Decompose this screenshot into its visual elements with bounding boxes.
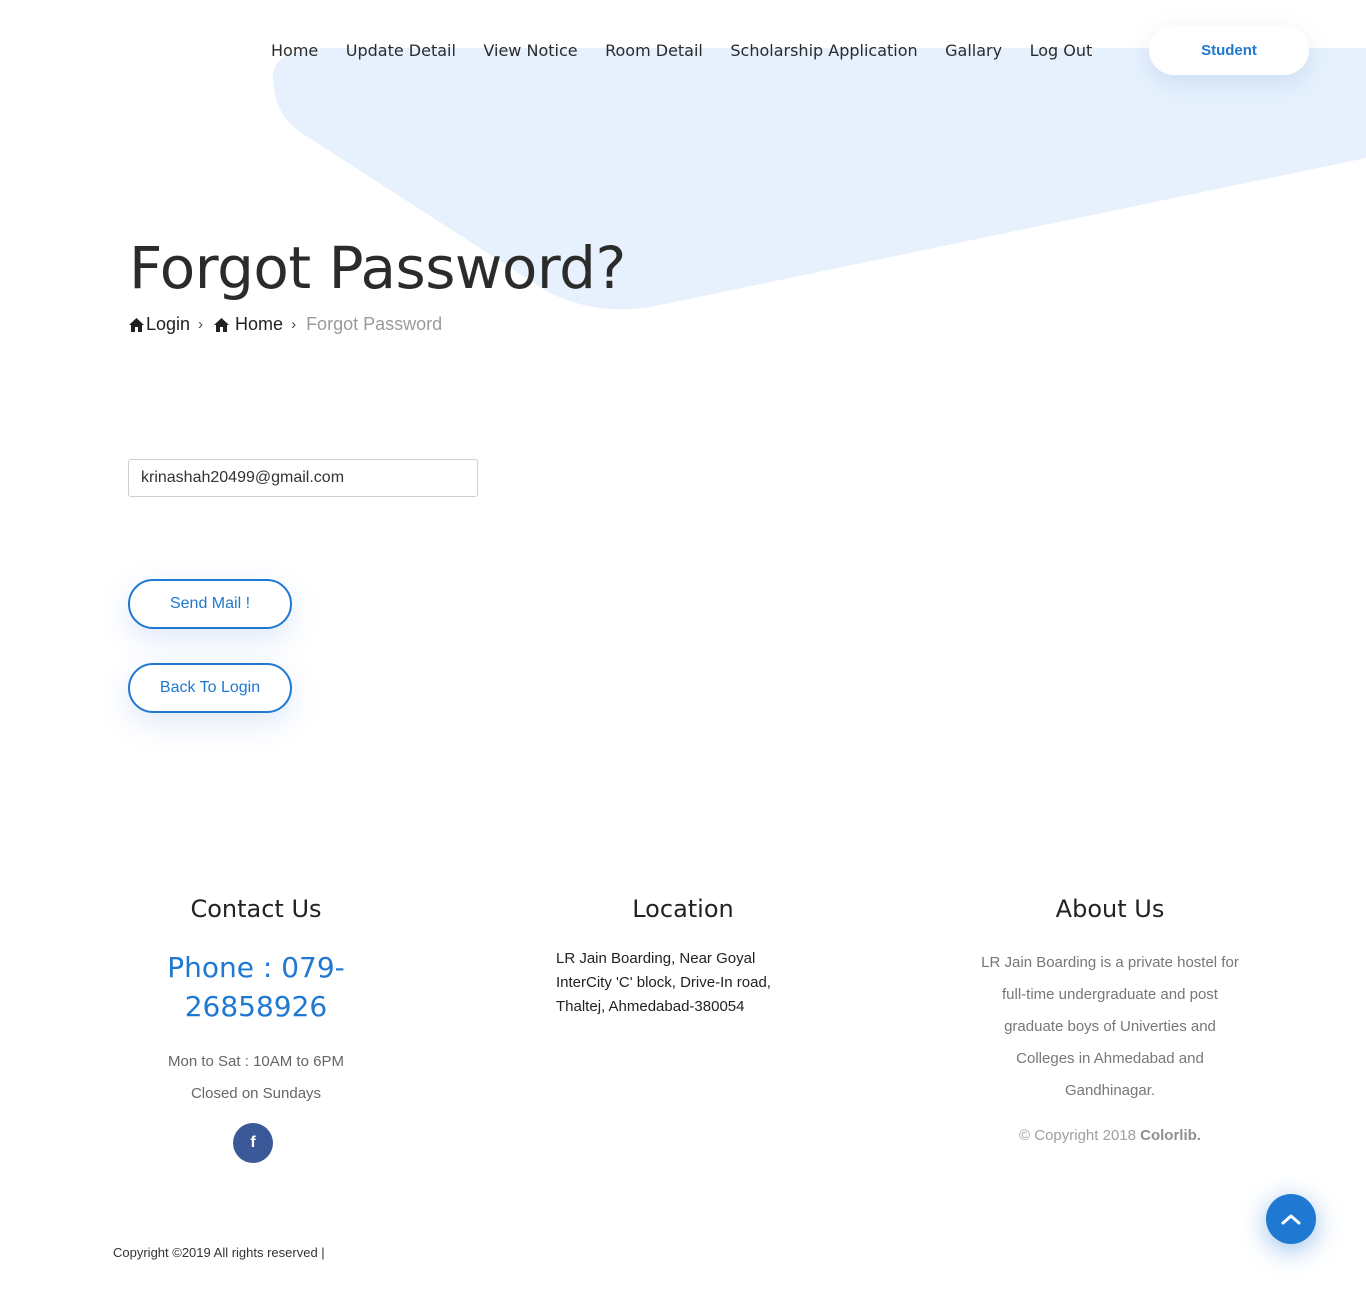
nav-room-detail[interactable]: Room Detail bbox=[605, 41, 703, 60]
page-title: Forgot Password? bbox=[129, 234, 626, 302]
about-text: LR Jain Boarding is a private hostel for… bbox=[981, 954, 1239, 1099]
nav-scholarship-application[interactable]: Scholarship Application bbox=[730, 41, 917, 60]
contact-section: Contact Us Phone : 079- 26858926 Mon to … bbox=[126, 895, 386, 1110]
contact-heading: Contact Us bbox=[190, 895, 322, 923]
closed-text: Closed on Sundays bbox=[190, 1085, 322, 1102]
office-hours: Mon to Sat : 10AM to 6PM Closed on Sunda… bbox=[126, 1046, 386, 1110]
location-section: Location LR Jain Boarding, Near Goyal In… bbox=[553, 895, 813, 1019]
colorlib-copyright: © Copyright 2018 Colorlib. bbox=[980, 1127, 1240, 1144]
send-mail-button[interactable]: Send Mail ! bbox=[128, 579, 292, 629]
breadcrumb-current: Forgot Password bbox=[306, 314, 443, 334]
colorlib-link[interactable]: Colorlib. bbox=[1140, 1127, 1201, 1144]
email-field[interactable]: krinashah20499@gmail.com bbox=[128, 459, 478, 497]
location-heading: Location bbox=[632, 895, 734, 923]
nav-update-detail[interactable]: Update Detail bbox=[346, 41, 456, 60]
about-heading: About Us bbox=[1055, 895, 1165, 923]
breadcrumb-login[interactable]: Login bbox=[146, 314, 190, 335]
address-text: LR Jain Boarding, Near Goyal InterCity '… bbox=[556, 950, 771, 1015]
phone-line-1: Phone : 079- bbox=[167, 951, 345, 984]
phone-number[interactable]: Phone : 079- 26858926 bbox=[126, 948, 386, 1026]
phone-line-2: 26858926 bbox=[184, 990, 328, 1023]
home-icon bbox=[129, 317, 144, 332]
nav-view-notice[interactable]: View Notice bbox=[483, 41, 577, 60]
chevron-right-icon: › bbox=[291, 316, 297, 333]
breadcrumb: Login › Home › Forgot Password bbox=[128, 314, 442, 335]
home-icon bbox=[214, 317, 230, 332]
scroll-to-top-button[interactable] bbox=[1266, 1194, 1316, 1244]
about-section: About Us LR Jain Boarding is a private h… bbox=[980, 895, 1240, 1144]
footer-copyright: Copyright ©2019 All rights reserved | bbox=[113, 1245, 325, 1260]
breadcrumb-home[interactable]: Home bbox=[235, 314, 283, 335]
facebook-icon[interactable]: f bbox=[233, 1123, 273, 1163]
colorlib-copyright-prefix: © Copyright 2018 bbox=[1019, 1127, 1141, 1144]
chevron-right-icon: › bbox=[198, 316, 204, 333]
main-nav: Home Update Detail View Notice Room Deta… bbox=[271, 38, 1120, 62]
chevron-up-icon bbox=[1281, 1214, 1301, 1225]
student-button[interactable]: Student bbox=[1149, 25, 1309, 75]
hours-text: Mon to Sat : 10AM to 6PM bbox=[168, 1053, 344, 1070]
nav-gallary[interactable]: Gallary bbox=[945, 41, 1002, 60]
nav-log-out[interactable]: Log Out bbox=[1030, 41, 1093, 60]
nav-home[interactable]: Home bbox=[271, 41, 318, 60]
back-to-login-button[interactable]: Back To Login bbox=[128, 663, 292, 713]
